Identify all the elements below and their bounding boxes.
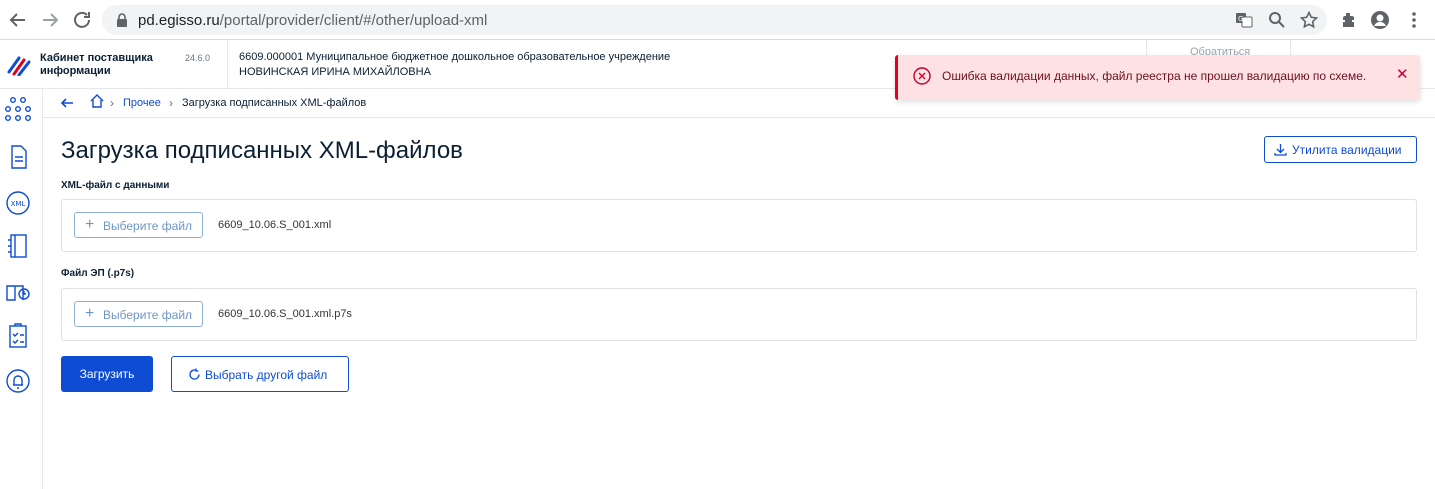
plus-icon: + [85, 216, 95, 233]
close-icon[interactable]: ✕ [1396, 65, 1410, 85]
zoom-icon[interactable] [1268, 11, 1286, 29]
user-name: НОВИНСКАЯ ИРИНА МИХАЙЛОВНА [239, 66, 431, 78]
star-icon[interactable] [1300, 11, 1318, 29]
reload-icon[interactable] [70, 8, 94, 32]
signature-file-box: + Выберите файл 6609_10.06.S_001.xml.p7s [61, 288, 1417, 341]
apps-grid-icon[interactable] [5, 95, 32, 123]
choose-xml-file-button[interactable]: + Выберите файл [74, 212, 203, 238]
breadcrumb-link-other[interactable]: Прочее [123, 97, 161, 109]
page-title: Загрузка подписанных XML-файлов [61, 137, 463, 164]
validation-utility-label: Утилита валидации [1292, 143, 1402, 157]
validation-utility-button[interactable]: Утилита валидации [1264, 136, 1417, 163]
document-icon[interactable] [5, 143, 31, 171]
extensions-icon[interactable] [1339, 10, 1359, 30]
lock-icon [117, 13, 127, 27]
organization-name: 6609.000001 Муниципальное бюджетное дошк… [239, 51, 671, 63]
chevron-right-icon: › [169, 96, 173, 110]
xml-file-box: + Выберите файл 6609_10.06.S_001.xml [61, 199, 1417, 252]
signature-file-label: Файл ЭП (.p7s) [61, 268, 135, 279]
error-circle-icon [913, 67, 931, 85]
back-arrow-icon[interactable] [59, 95, 75, 111]
checklist-icon[interactable] [5, 322, 31, 350]
xml-icon-text: XML [11, 200, 26, 208]
xml-icon[interactable]: XML [5, 189, 31, 217]
error-toast: Ошибка валидации данных, файл реестра не… [895, 55, 1420, 100]
browser-toolbar: pd.egisso.ru/portal/provider/client/#/ot… [0, 0, 1435, 40]
register-book-icon[interactable] [5, 232, 31, 260]
header-divider [227, 40, 228, 89]
sidebar: XML [0, 89, 43, 489]
menu-dots-icon[interactable] [1404, 10, 1424, 30]
choose-other-file-label: Выбрать другой файл [205, 368, 328, 382]
home-icon[interactable] [89, 93, 105, 109]
version-label: 24.6.0 [185, 53, 211, 63]
profile-icon[interactable] [1370, 10, 1390, 30]
address-bar[interactable]: pd.egisso.ru/portal/provider/client/#/ot… [102, 5, 1327, 35]
forward-arrow-icon[interactable] [38, 8, 62, 32]
choose-file-label: Выберите файл [103, 219, 193, 233]
refresh-icon [189, 368, 200, 380]
plus-icon: + [85, 305, 95, 322]
cabinet-title[interactable]: Кабинет поставщика информации [40, 52, 180, 78]
back-arrow-icon[interactable] [6, 8, 30, 32]
xml-file-label: XML-файл с данными [61, 180, 170, 191]
signature-file-name: 6609_10.06.S_001.xml.p7s [218, 308, 352, 320]
breadcrumb-current: Загрузка подписанных XML-файлов [182, 97, 367, 109]
error-message: Ошибка валидации данных, файл реестра не… [942, 69, 1367, 83]
upload-button[interactable]: Загрузить [61, 356, 153, 392]
choose-file-label: Выберите файл [103, 308, 193, 322]
choose-other-file-button[interactable]: Выбрать другой файл [171, 356, 349, 392]
xml-file-name: 6609_10.06.S_001.xml [218, 219, 332, 231]
choose-signature-file-button[interactable]: + Выберите файл [74, 301, 203, 327]
download-icon [1274, 144, 1287, 156]
egisso-logo [7, 56, 31, 76]
svg-text:G: G [1238, 15, 1243, 23]
url-text: pd.egisso.ru/portal/provider/client/#/ot… [138, 12, 488, 29]
library-clock-icon[interactable] [5, 278, 31, 306]
translate-icon[interactable]: G [1235, 11, 1253, 29]
chevron-right-icon: › [110, 96, 114, 110]
bell-icon[interactable] [5, 367, 31, 395]
